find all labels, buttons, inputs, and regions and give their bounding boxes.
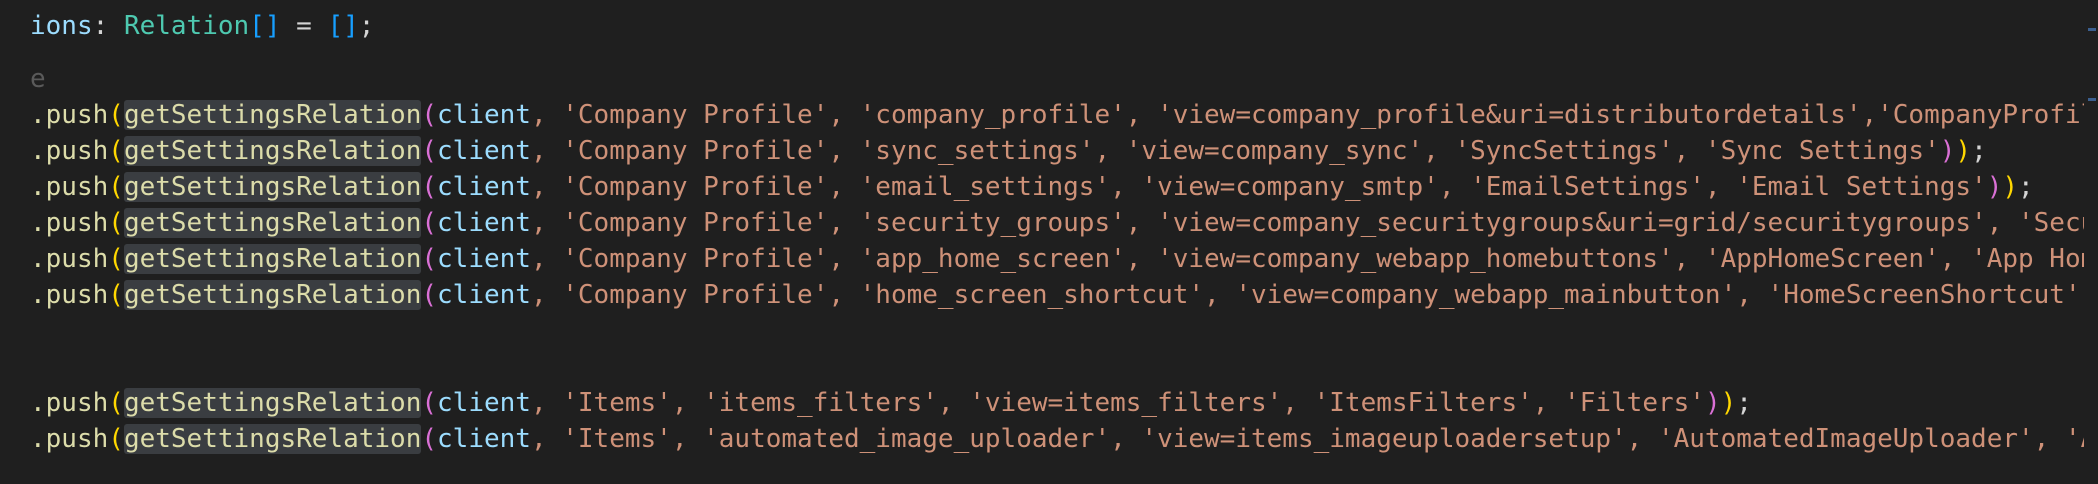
bracket-token: ( — [421, 100, 438, 130]
method-token: .push — [30, 280, 109, 310]
punctuation-token: : — [92, 11, 124, 41]
function-call-token: getSettingsRelation — [123, 388, 422, 418]
method-token: .push — [30, 388, 109, 418]
overview-ruler[interactable] — [2084, 0, 2098, 484]
code-line-r3[interactable]: .push(getSettingsRelation(client, 'Compa… — [30, 169, 2098, 205]
punctuation-token: ; — [1971, 136, 1987, 166]
string-args-token: , 'Company Profile', 'company_profile', … — [530, 100, 2098, 130]
bracket-token: ( — [108, 136, 124, 166]
method-token: .push — [30, 100, 109, 130]
method-token: .push — [30, 244, 109, 274]
string-args-token: , 'Items', 'automated_image_uploader', '… — [530, 424, 2098, 454]
bracket-token: ) — [1704, 388, 1721, 418]
string-args-token: , 'Company Profile', 'home_screen_shortc… — [530, 280, 2098, 310]
code-line-r5[interactable]: .push(getSettingsRelation(client, 'Compa… — [30, 241, 2098, 277]
type-token: Relation — [123, 11, 250, 41]
bracket-token: ( — [108, 280, 124, 310]
bracket-token: ) — [1986, 172, 2003, 202]
method-token: .push — [30, 208, 109, 238]
bracket-token: ( — [421, 136, 438, 166]
bracket-token: ( — [421, 280, 438, 310]
bracket-token: ( — [108, 244, 124, 274]
string-args-token: , 'Company Profile', 'security_groups', … — [530, 208, 2098, 238]
function-call-token: getSettingsRelation — [123, 136, 422, 166]
argument-token: client — [437, 424, 531, 454]
bracket-token: [] — [249, 11, 281, 41]
punctuation-token: ; — [1736, 388, 1752, 418]
punctuation-token: ; — [358, 11, 375, 41]
method-token: .push — [30, 136, 109, 166]
argument-token: client — [437, 208, 531, 238]
function-call-token: getSettingsRelation — [123, 208, 422, 238]
bracket-token: [] — [327, 11, 359, 41]
bracket-token: ) — [1720, 388, 1737, 418]
bracket-token: ( — [421, 172, 438, 202]
bracket-token: ) — [1955, 136, 1972, 166]
ruler-mark — [2088, 98, 2096, 101]
string-args-token: , 'Company Profile', 'app_home_screen', … — [530, 244, 2098, 274]
ruler-mark — [2088, 28, 2096, 31]
punctuation-token: ; — [2018, 172, 2034, 202]
bracket-token: ( — [421, 424, 438, 454]
code-line-r6[interactable]: .push(getSettingsRelation(client, 'Compa… — [30, 277, 2098, 313]
code-line-r1[interactable]: .push(getSettingsRelation(client, 'Compa… — [30, 97, 2098, 133]
code-line-r7[interactable]: .push(getSettingsRelation(client, 'Items… — [30, 385, 2098, 421]
argument-token: client — [437, 172, 531, 202]
code-line-r2[interactable]: .push(getSettingsRelation(client, 'Compa… — [30, 133, 2098, 169]
argument-token: client — [437, 280, 531, 310]
method-token: .push — [30, 424, 109, 454]
function-call-token: getSettingsRelation — [123, 172, 422, 202]
method-token: .push — [30, 172, 109, 202]
bracket-token: ) — [1939, 136, 1956, 166]
bracket-token: ( — [108, 424, 124, 454]
function-call-token: getSettingsRelation — [123, 424, 422, 454]
string-args-token: , 'Company Profile', 'email_settings', '… — [530, 172, 1987, 202]
bracket-token: ( — [108, 208, 124, 238]
identifier-token: ions — [30, 11, 93, 41]
operator-token: = — [280, 11, 328, 41]
code-line-r4[interactable]: .push(getSettingsRelation(client, 'Compa… — [30, 205, 2098, 241]
bracket-token: ( — [108, 100, 124, 130]
bracket-token: ( — [108, 172, 124, 202]
bracket-token: ( — [421, 244, 438, 274]
bracket-token: ( — [421, 388, 438, 418]
code-line-declaration[interactable]: ions: Relation[] = []; — [30, 8, 2098, 44]
code-editor[interactable]: ions: Relation[] = []; e .push(getSettings… — [0, 0, 2098, 484]
argument-token: client — [437, 388, 531, 418]
function-call-token: getSettingsRelation — [123, 280, 422, 310]
code-lines[interactable]: ions: Relation[] = []; e .push(getSettings… — [30, 8, 2098, 457]
string-args-token: , 'Items', 'items_filters', 'view=items_… — [530, 388, 1705, 418]
argument-token: client — [437, 136, 531, 166]
argument-token: client — [437, 244, 531, 274]
comment-token: e — [30, 64, 46, 94]
string-args-token: , 'Company Profile', 'sync_settings', 'v… — [530, 136, 1940, 166]
code-line-comment[interactable]: e — [30, 61, 2098, 97]
argument-token: client — [437, 100, 531, 130]
code-line-r8[interactable]: .push(getSettingsRelation(client, 'Items… — [30, 421, 2098, 457]
bracket-token: ( — [421, 208, 438, 238]
function-call-token: getSettingsRelation — [123, 100, 422, 130]
bracket-token: ( — [108, 388, 124, 418]
function-call-token: getSettingsRelation — [123, 244, 422, 274]
bracket-token: ) — [2002, 172, 2019, 202]
